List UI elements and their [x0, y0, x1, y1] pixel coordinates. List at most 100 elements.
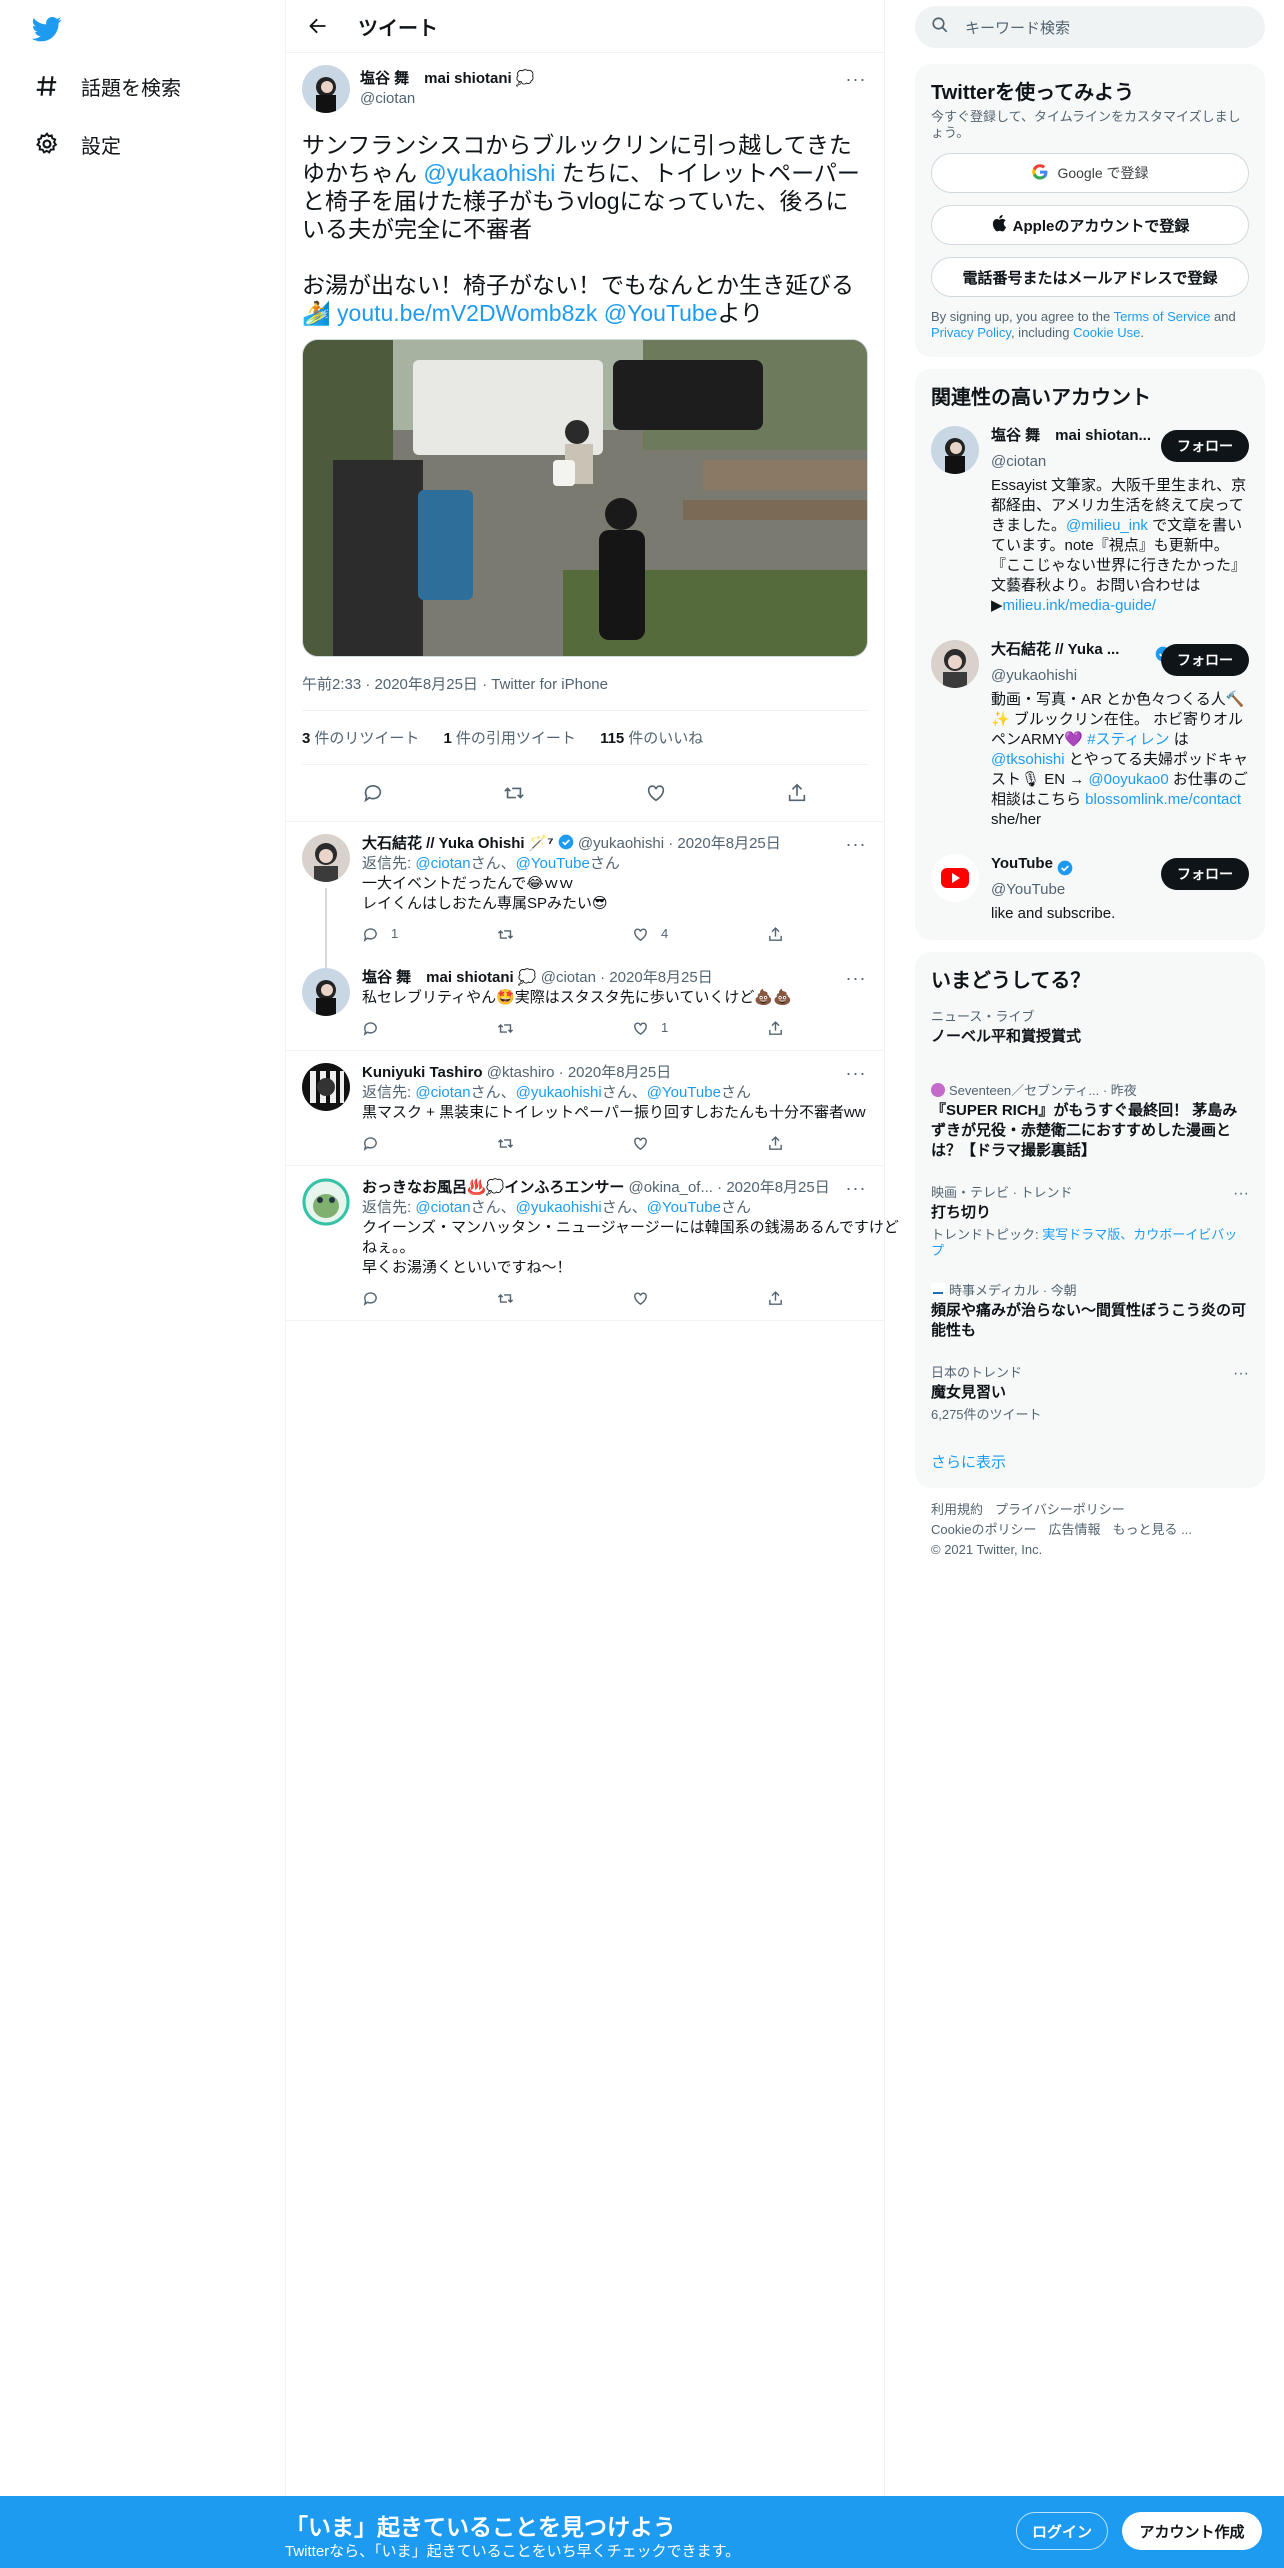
tweet-timestamp[interactable]: 午前2:33 · 2020年8月25日 · Twitter for iPhone: [302, 657, 868, 711]
share-button[interactable]: [767, 1135, 902, 1152]
bio-link[interactable]: @0oyukao0: [1088, 771, 1168, 788]
mention-link[interactable]: @yukaohishi: [423, 160, 555, 186]
mention-link[interactable]: @ciotan: [415, 855, 470, 872]
reply-tweet[interactable]: おっきなお風呂♨️💭インふろエンサー @okina_of... · 2020年8…: [286, 1166, 899, 1321]
more-options-icon[interactable]: ···: [844, 968, 868, 988]
phone-signup-button[interactable]: 電話番号またはメールアドレスで登録: [931, 257, 1249, 297]
avatar[interactable]: [931, 426, 979, 474]
reply-author-handle[interactable]: @ciotan: [541, 969, 596, 986]
cookie-link[interactable]: Cookie Use: [1073, 325, 1140, 340]
reply-author-name[interactable]: 大石結花 // Yuka Ohishi 🪄⁷: [362, 835, 554, 852]
more-options-icon[interactable]: ···: [844, 69, 868, 89]
back-arrow-icon[interactable]: [302, 10, 334, 42]
reply-icon[interactable]: [356, 776, 390, 810]
avatar[interactable]: [302, 1178, 350, 1226]
avatar[interactable]: [931, 640, 979, 688]
mention-link[interactable]: @ciotan: [415, 1084, 470, 1101]
login-button[interactable]: ログイン: [1016, 2512, 1108, 2550]
retweet-icon[interactable]: [497, 776, 531, 810]
more-options-icon[interactable]: ···: [1233, 1365, 1249, 1383]
like-button[interactable]: [632, 1290, 767, 1307]
share-icon[interactable]: [780, 776, 814, 810]
share-button[interactable]: [767, 1020, 902, 1037]
nav-explore[interactable]: 話題を検索: [33, 66, 181, 106]
follow-button[interactable]: フォロー: [1161, 430, 1249, 462]
more-options-icon[interactable]: ···: [844, 1063, 868, 1083]
avatar[interactable]: [302, 1063, 350, 1111]
signup-button[interactable]: アカウント作成: [1122, 2512, 1262, 2550]
trend-item[interactable]: ··· 映画・テレビ · トレンド 打ち切り トレンドトピック: 実写ドラマ版、…: [915, 1173, 1265, 1271]
trend-item[interactable]: ··· 日本のトレンド 魔女見習い 6,275件のツイート: [915, 1353, 1265, 1435]
quote-count[interactable]: 1 件の引用ツイート: [444, 730, 576, 747]
google-signup-button[interactable]: Google で登録: [931, 153, 1249, 193]
youtube-avatar[interactable]: [931, 854, 979, 902]
mention-link[interactable]: @YouTube: [647, 1199, 721, 1216]
mention-link[interactable]: @YouTube: [516, 855, 590, 872]
footer-more-link[interactable]: もっと見る ...: [1112, 1522, 1191, 1537]
retweet-count[interactable]: 3 件のリツイート: [302, 730, 419, 747]
account-item[interactable]: 大石結花 // Yuka ... @yukaohishi 動画・写真・AR とか…: [915, 628, 1265, 842]
retweet-button[interactable]: [497, 926, 632, 943]
reply-author-handle[interactable]: @okina_of...: [629, 1179, 713, 1196]
reply-button[interactable]: 1: [362, 924, 497, 944]
account-item[interactable]: 塩谷 舞 mai shiotan... @ciotan Essayist 文筆家…: [915, 414, 1265, 628]
retweet-button[interactable]: [497, 1135, 632, 1152]
avatar[interactable]: [302, 834, 350, 882]
avatar[interactable]: [302, 968, 350, 1016]
reply-date[interactable]: · 2020年8月25日: [717, 1179, 830, 1196]
trend-item[interactable]: 時事メディカル · 今朝 頻尿や痛みが治らない～間質性ぼうこう炎の可能性も: [915, 1271, 1265, 1353]
youtube-link[interactable]: youtu.be/mV2DWomb8zk: [337, 300, 597, 326]
more-options-icon[interactable]: ···: [1233, 1185, 1249, 1203]
bio-link[interactable]: blossomlink.me/contact: [1085, 791, 1241, 808]
reply-tweet[interactable]: Kuniyuki Tashiro @ktashiro · 2020年8月25日 …: [286, 1051, 884, 1166]
avatar[interactable]: [302, 65, 350, 113]
like-count[interactable]: 115 件のいいね: [600, 730, 703, 747]
follow-button[interactable]: フォロー: [1161, 644, 1249, 676]
mention-link[interactable]: @YouTube: [604, 300, 718, 326]
reply-date[interactable]: · 2020年8月25日: [600, 969, 713, 986]
reply-author-name[interactable]: おっきなお風呂♨️💭インふろエンサー: [362, 1179, 624, 1196]
reply-author-handle[interactable]: @ktashiro: [487, 1064, 555, 1081]
account-item[interactable]: YouTube @YouTube like and subscribe. フォロ…: [915, 842, 1265, 936]
twitter-logo-icon[interactable]: [30, 14, 64, 44]
reply-button[interactable]: [362, 1020, 497, 1037]
privacy-link[interactable]: Privacy Policy: [931, 325, 1011, 340]
share-button[interactable]: [767, 1290, 902, 1307]
retweet-button[interactable]: [497, 1290, 632, 1307]
footer-cookie-link[interactable]: Cookieのポリシー: [931, 1522, 1036, 1537]
trend-item[interactable]: Seventeen／セブンティ... · 昨夜 『SUPER RICH』がもうす…: [915, 1059, 1265, 1173]
more-options-icon[interactable]: ···: [844, 834, 868, 854]
author-name[interactable]: 塩谷 舞 mai shiotani: [360, 70, 512, 87]
reply-tweet[interactable]: 大石結花 // Yuka Ohishi 🪄⁷ @yukaohishi · 202…: [286, 822, 884, 1006]
like-button[interactable]: 1: [632, 1018, 767, 1038]
reply-author-handle[interactable]: @yukaohishi: [578, 835, 664, 852]
trend-item[interactable]: ニュース・ライブ ノーベル平和賞授賞式: [915, 997, 1265, 1059]
like-button[interactable]: [632, 1135, 767, 1152]
mention-link[interactable]: @yukaohishi: [516, 1084, 602, 1101]
footer-privacy-link[interactable]: プライバシーポリシー: [995, 1502, 1125, 1517]
search-box[interactable]: キーワード検索: [915, 6, 1265, 48]
reply-button[interactable]: [362, 1135, 497, 1152]
bio-link[interactable]: @milieu_ink: [1066, 517, 1148, 534]
account-name[interactable]: 大石結花 // Yuka ...: [991, 640, 1151, 660]
search-input[interactable]: キーワード検索: [965, 17, 1070, 38]
mention-link[interactable]: @ciotan: [415, 1199, 470, 1216]
like-button[interactable]: 4: [632, 924, 767, 944]
apple-signup-button[interactable]: Appleのアカウントで登録: [931, 205, 1249, 245]
tweet-photo[interactable]: [302, 339, 868, 657]
share-button[interactable]: [767, 926, 902, 943]
reply-date[interactable]: · 2020年8月25日: [668, 835, 781, 852]
account-name[interactable]: 塩谷 舞 mai shiotan...: [991, 426, 1151, 446]
nav-settings[interactable]: 設定: [33, 124, 121, 164]
author-handle[interactable]: @ciotan: [360, 89, 535, 109]
more-options-icon[interactable]: ···: [844, 1178, 868, 1198]
footer-terms-link[interactable]: 利用規約: [931, 1502, 983, 1517]
bio-link[interactable]: @tksohishi: [991, 751, 1065, 768]
reply-tweet[interactable]: 塩谷 舞 mai shiotani 💭 @ciotan · 2020年8月25日…: [286, 956, 884, 1051]
like-icon[interactable]: [639, 776, 673, 810]
follow-button[interactable]: フォロー: [1161, 858, 1249, 890]
mention-link[interactable]: @yukaohishi: [516, 1199, 602, 1216]
reply-author-name[interactable]: Kuniyuki Tashiro: [362, 1064, 483, 1081]
retweet-button[interactable]: [497, 1020, 632, 1037]
mention-link[interactable]: @YouTube: [647, 1084, 721, 1101]
